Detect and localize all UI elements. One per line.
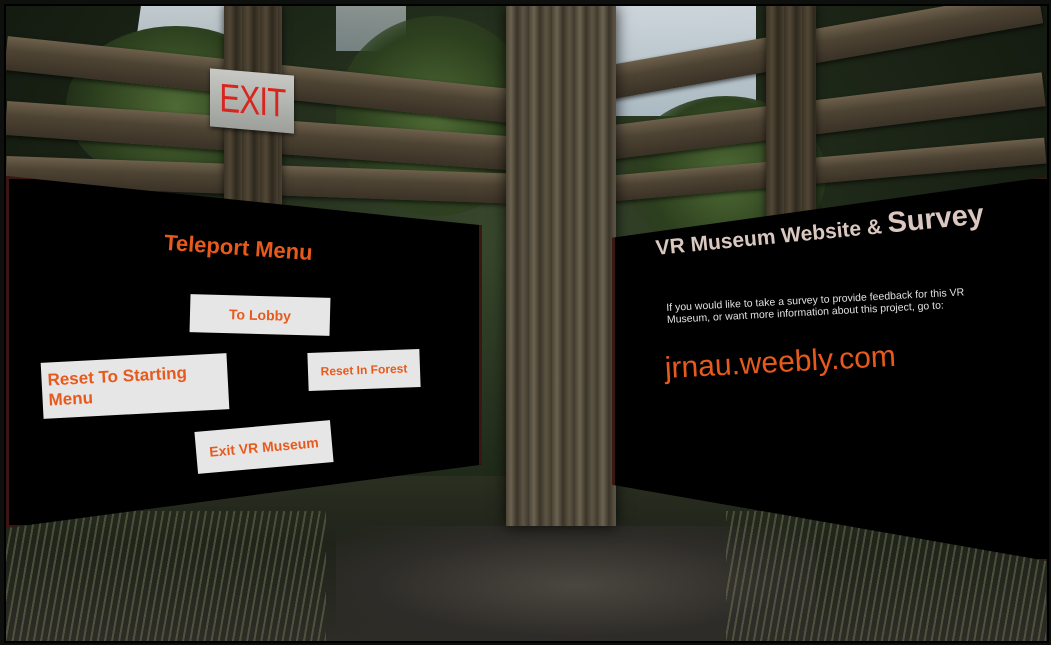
center-wood-post (506, 6, 616, 526)
grass (6, 511, 326, 641)
exit-sign: EXIT (210, 68, 294, 134)
reset-in-forest-button[interactable]: Reset In Forest (307, 349, 421, 391)
reset-to-starting-menu-button[interactable]: Reset To Starting Menu (40, 353, 230, 419)
exit-sign-text: EXIT (218, 75, 286, 126)
vr-scene: EXIT Teleport Menu To Lobby Reset To Sta… (4, 4, 1049, 643)
to-lobby-button[interactable]: To Lobby (189, 294, 331, 336)
